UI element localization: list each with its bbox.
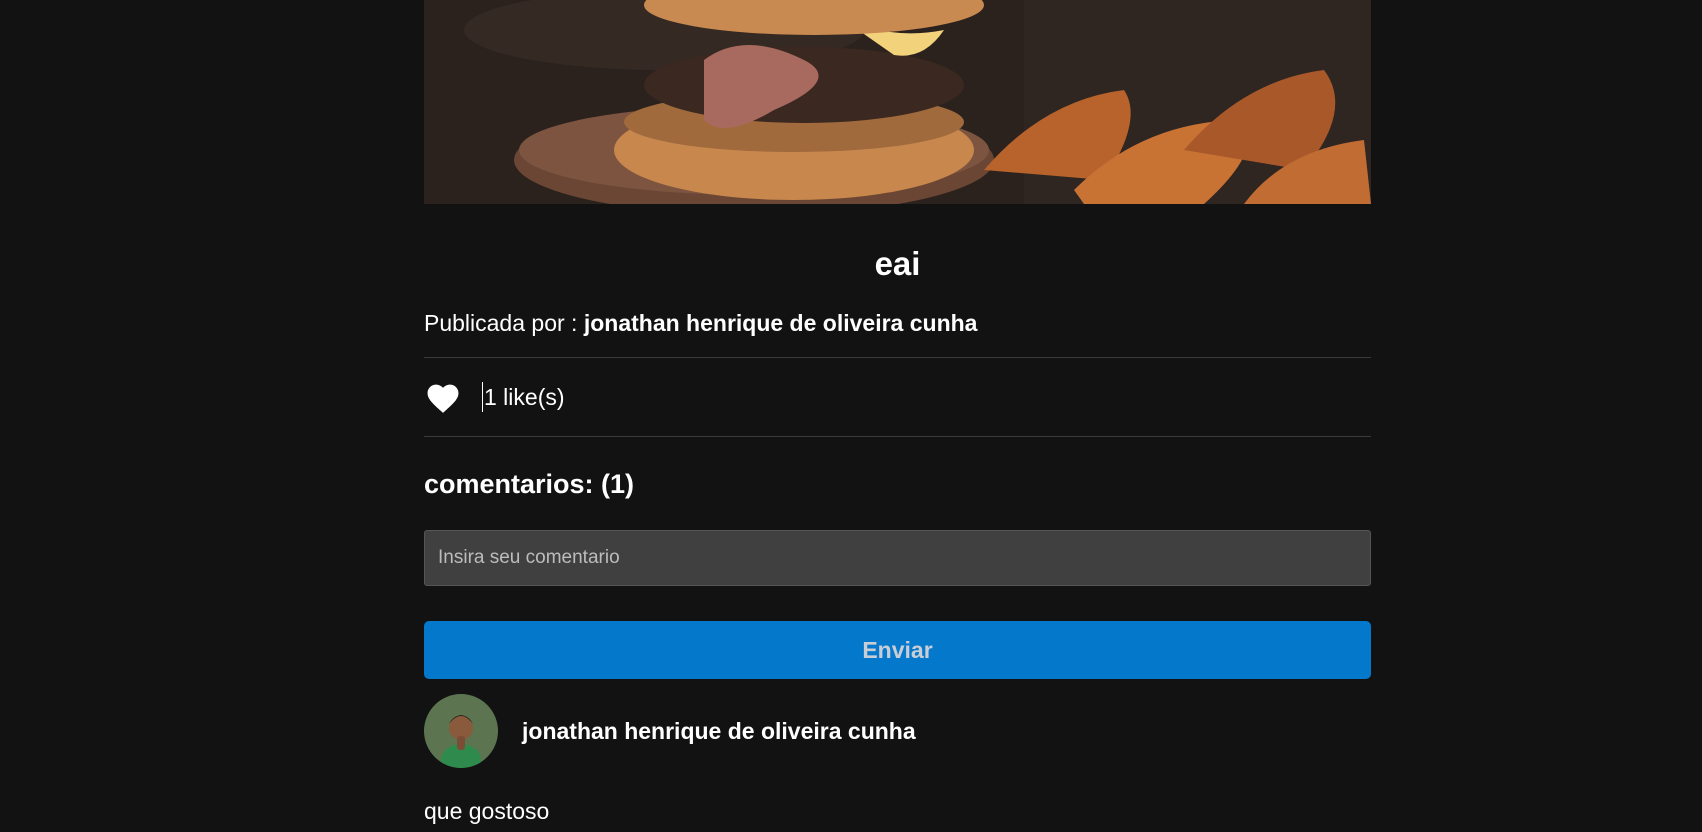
post-author-name: jonathan henrique de oliveira cunha <box>583 310 978 336</box>
comments-title: comentarios: (1) <box>424 469 635 499</box>
user-avatar-icon <box>424 694 498 768</box>
likes-row: 1 like(s) <box>424 358 1371 436</box>
send-button[interactable]: Enviar <box>424 621 1371 679</box>
comment-header: jonathan henrique de oliveira cunha <box>424 694 1371 768</box>
comment-item: jonathan henrique de oliveira cunha que … <box>424 694 1371 826</box>
comment-text: que gostoso <box>424 798 550 824</box>
comment-input[interactable] <box>424 530 1371 586</box>
divider <box>424 436 1371 437</box>
post-author-line: Publicada por : jonathan henrique de oli… <box>424 308 1371 338</box>
post-image <box>424 0 1371 204</box>
heart-icon[interactable] <box>424 380 462 414</box>
likes-count: 1 like(s) <box>482 382 565 412</box>
burger-photo-illustration <box>424 0 1371 204</box>
comment-author: jonathan henrique de oliveira cunha <box>522 717 916 744</box>
post-container: eai Publicada por : jonathan henrique de… <box>424 0 1371 826</box>
post-title: eai <box>874 245 921 282</box>
published-by-label: Publicada por : <box>424 310 578 336</box>
avatar <box>424 694 498 768</box>
